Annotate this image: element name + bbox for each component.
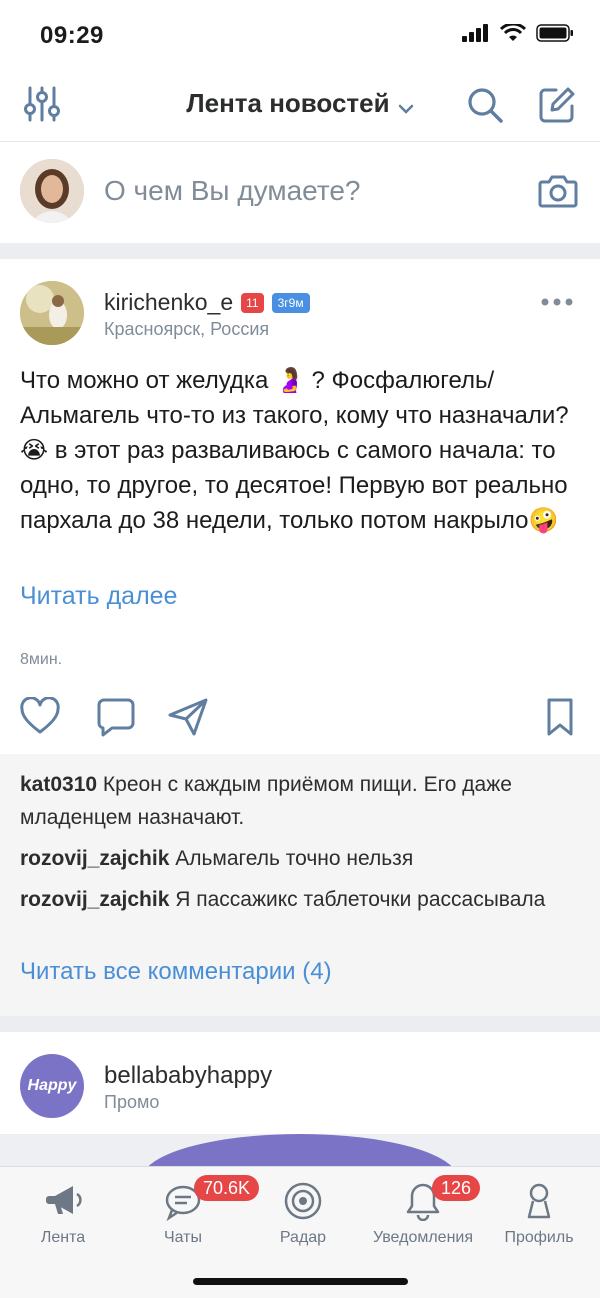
tab-chats[interactable]: Чаты 70.6K bbox=[128, 1175, 260, 1247]
signal-icon bbox=[462, 24, 488, 42]
compose-icon bbox=[539, 87, 575, 123]
heart-icon bbox=[20, 696, 60, 734]
megaphone-icon bbox=[46, 1186, 82, 1214]
home-indicator[interactable] bbox=[193, 1278, 408, 1285]
comment-icon bbox=[97, 698, 135, 737]
comment-user[interactable]: rozovij_zajchik bbox=[20, 847, 169, 870]
post-menu-button[interactable] bbox=[540, 295, 574, 307]
compose-button[interactable] bbox=[538, 86, 576, 124]
post-composer[interactable]: О чем Вы думаете? bbox=[0, 143, 600, 243]
search-icon bbox=[468, 88, 503, 123]
pregnancy-badge: 3г9м bbox=[271, 292, 310, 313]
profile-icon bbox=[527, 1183, 551, 1219]
search-button[interactable] bbox=[466, 86, 504, 124]
more-dots-icon bbox=[541, 298, 573, 306]
status-bar: 09:29 bbox=[0, 0, 600, 66]
promo-avatar[interactable]: Happy bbox=[20, 1054, 84, 1118]
chevron-down-icon bbox=[398, 104, 413, 114]
avatar[interactable] bbox=[20, 159, 84, 223]
bookmark-icon bbox=[547, 698, 573, 736]
read-all-comments-link[interactable]: Читать все комментарии (4) bbox=[20, 958, 332, 986]
post-text: Что можно от желудка 🤰 ? Фосфалюгель/ Ал… bbox=[20, 367, 569, 534]
comment-text: Альмагель точно нельзя bbox=[175, 847, 414, 870]
comment-item[interactable]: rozovij_zajchik Я пассажикс таблеточки р… bbox=[20, 883, 580, 916]
comments-preview: kat0310 Креон с каждым приёмом пищи. Его… bbox=[0, 754, 600, 1016]
like-button[interactable] bbox=[20, 696, 60, 737]
author-location: Красноярск, Россия bbox=[104, 319, 270, 339]
notifications-counter-badge: 126 bbox=[432, 1175, 481, 1201]
author-line: kirichenko_e 11 3г9м bbox=[104, 289, 310, 316]
comment-text: Я пассажикс таблеточки рассасывала bbox=[175, 888, 546, 911]
tab-label: Лента bbox=[40, 1229, 86, 1246]
promo-post: Happy bellababyhappy Промо bbox=[0, 1032, 600, 1174]
status-time: 09:29 bbox=[40, 22, 104, 49]
tab-label: Уведомления bbox=[372, 1229, 474, 1246]
tab-label: Чаты bbox=[163, 1229, 203, 1246]
composer-placeholder[interactable]: О чем Вы думаете? bbox=[104, 175, 360, 207]
tab-label: Профиль bbox=[504, 1229, 574, 1246]
separator bbox=[0, 1016, 600, 1032]
separator bbox=[0, 243, 600, 259]
app-header: Лента новостей bbox=[0, 66, 600, 142]
read-more-link[interactable]: Читать далее bbox=[20, 582, 177, 611]
share-button[interactable] bbox=[168, 697, 208, 737]
page-title: Лента новостей bbox=[186, 88, 390, 118]
author-avatar[interactable] bbox=[20, 281, 84, 345]
comment-item[interactable]: kat0310 Креон с каждым приёмом пищи. Его… bbox=[20, 768, 580, 834]
promo-label: Промо bbox=[104, 1092, 160, 1112]
radar-icon bbox=[284, 1182, 322, 1220]
comment-user[interactable]: rozovij_zajchik bbox=[20, 888, 169, 911]
author-name[interactable]: kirichenko_e bbox=[104, 289, 233, 316]
camera-button[interactable] bbox=[538, 173, 578, 209]
wifi-icon bbox=[500, 24, 526, 41]
feed-title-dropdown[interactable]: Лента новостей bbox=[0, 88, 600, 121]
bookmark-button[interactable] bbox=[540, 697, 580, 737]
post-actions bbox=[0, 696, 600, 739]
tab-feed[interactable]: Лента bbox=[8, 1175, 118, 1247]
comment-user[interactable]: kat0310 bbox=[20, 773, 97, 796]
comment-item[interactable]: rozovij_zajchik Альмагель точно нельзя bbox=[20, 842, 580, 875]
status-icons bbox=[462, 24, 574, 42]
tab-notifications[interactable]: Уведомления 126 bbox=[368, 1175, 481, 1247]
post-time: 8мин. bbox=[20, 651, 63, 668]
battery-icon bbox=[536, 24, 573, 42]
camera-icon bbox=[538, 175, 578, 208]
promo-avatar-logo: Happy bbox=[27, 1077, 77, 1094]
level-badge: 11 bbox=[241, 292, 264, 313]
comment-button[interactable] bbox=[96, 697, 136, 737]
promo-author-name[interactable]: bellababyhappy bbox=[104, 1062, 272, 1090]
send-icon bbox=[168, 698, 208, 736]
tab-profile[interactable]: Профиль bbox=[484, 1175, 594, 1247]
tab-radar[interactable]: Радар bbox=[248, 1175, 358, 1247]
tab-label: Радар bbox=[279, 1229, 327, 1246]
